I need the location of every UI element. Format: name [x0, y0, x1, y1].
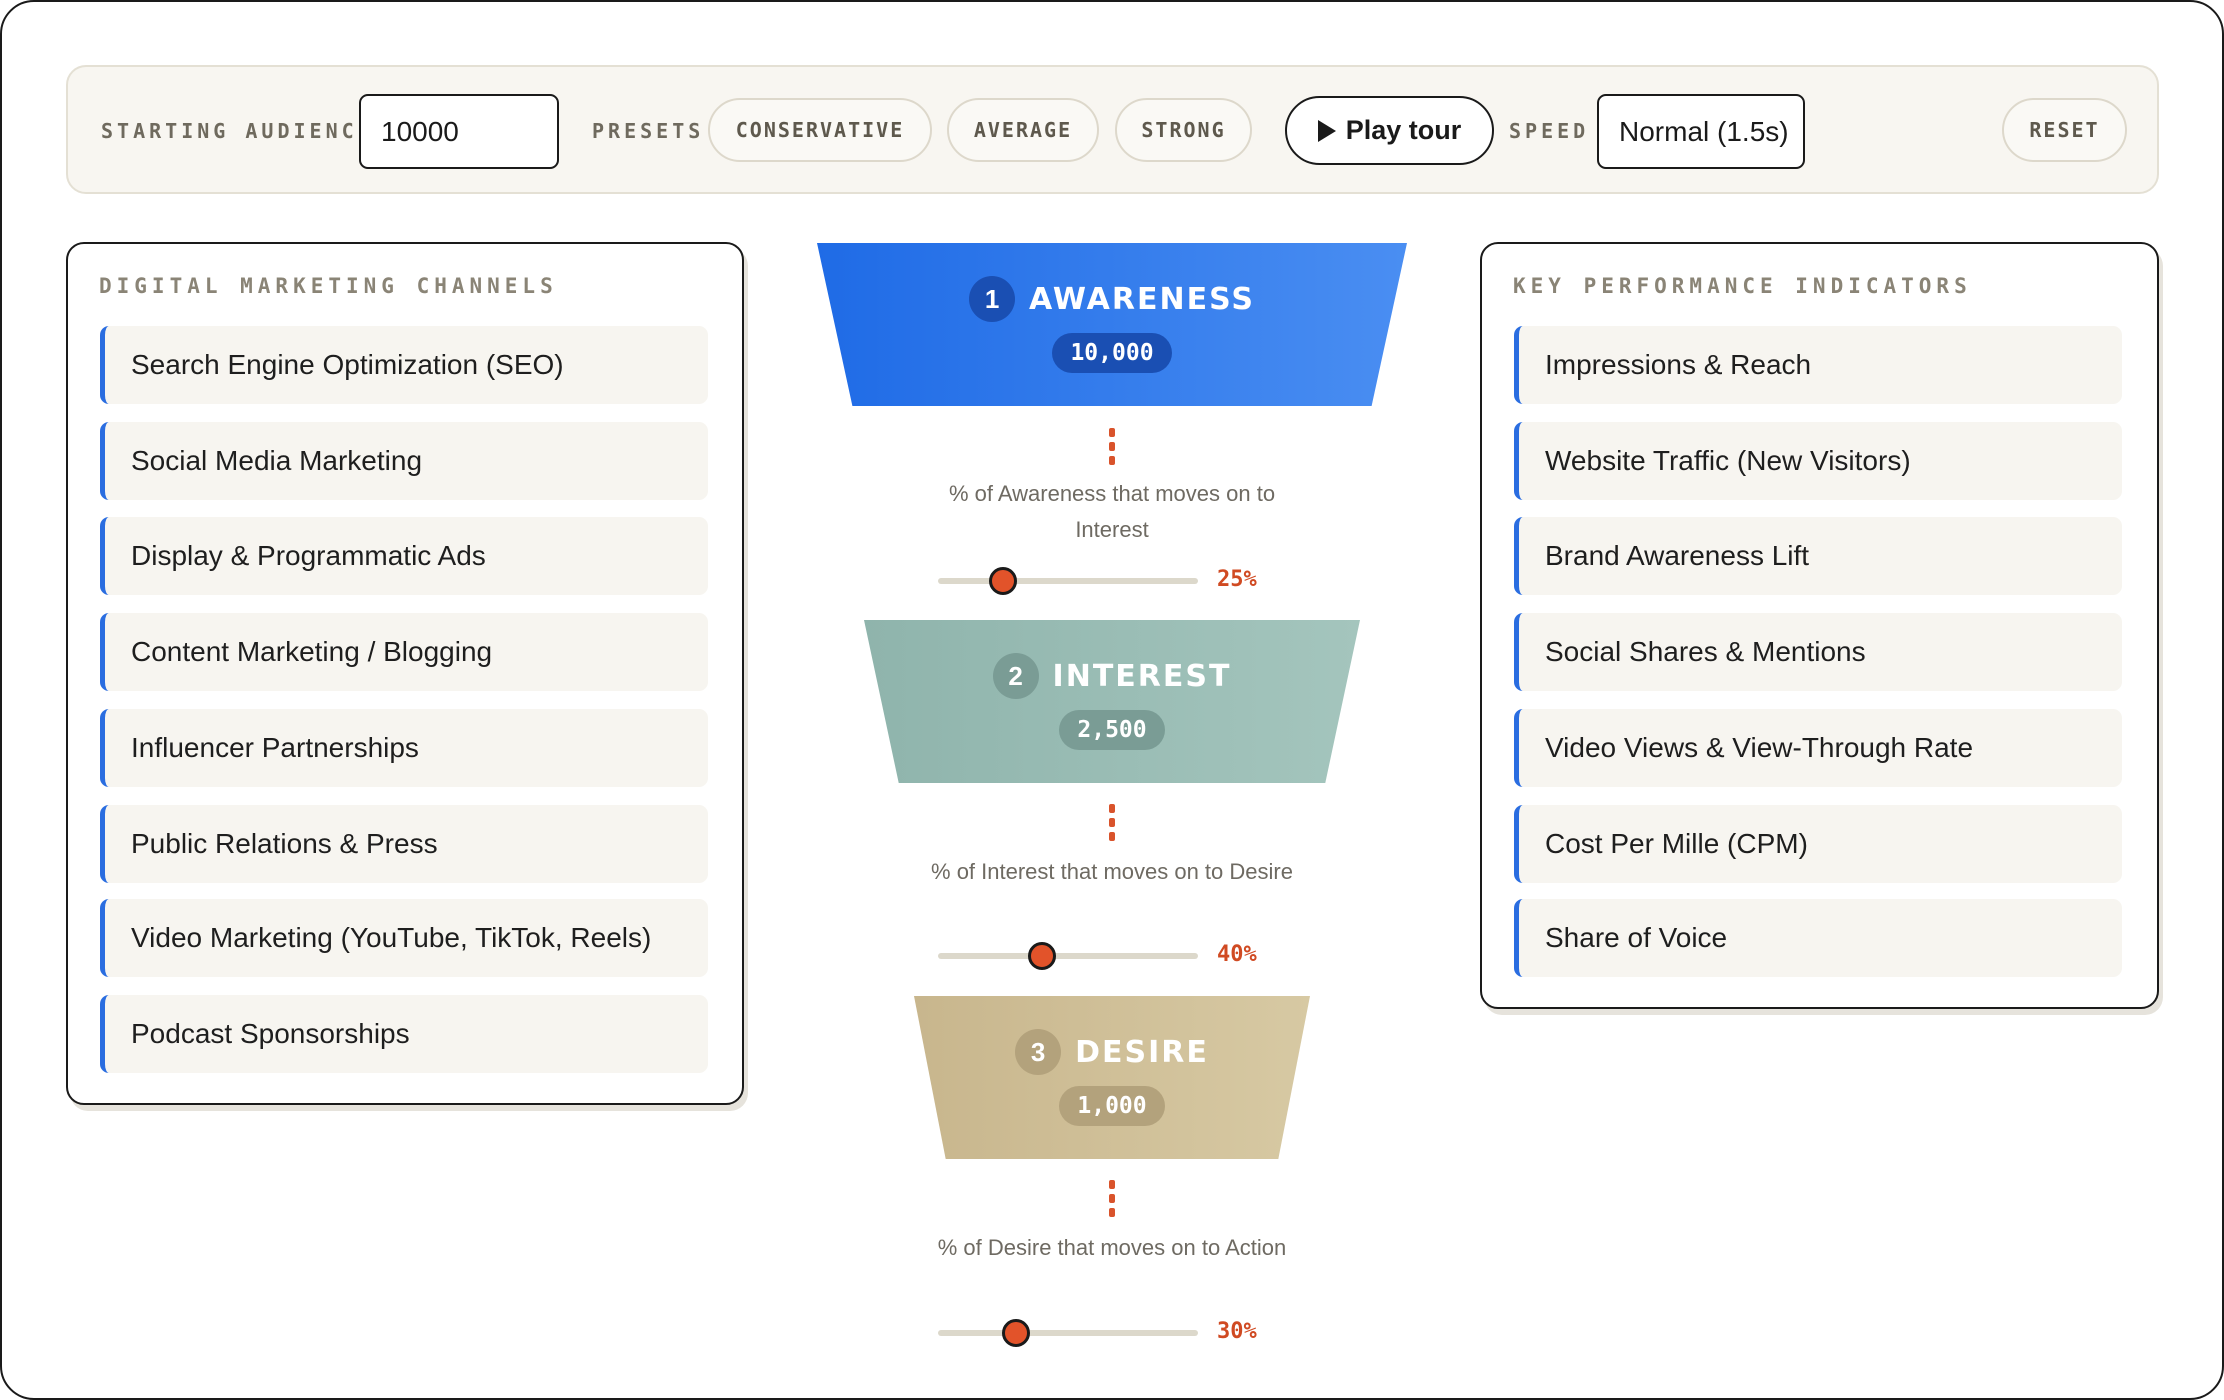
- funnel-stage-desire[interactable]: 3 DESIRE 1,000: [914, 996, 1310, 1159]
- slider-thumb[interactable]: [1028, 942, 1056, 970]
- preset-conservative-button[interactable]: CONSERVATIVE: [708, 98, 932, 162]
- play-tour-button[interactable]: Play tour: [1285, 96, 1494, 165]
- kpi-item[interactable]: Video Views & View-Through Rate: [1514, 709, 2122, 787]
- channel-item[interactable]: Search Engine Optimization (SEO): [100, 326, 708, 404]
- reset-button[interactable]: RESET: [2002, 98, 2127, 162]
- conversion-label: % of Desire that moves on to Action: [937, 1235, 1287, 1260]
- kpi-item[interactable]: Social Shares & Mentions: [1514, 613, 2122, 691]
- conversion-percent: 30%: [1217, 1319, 1257, 1344]
- stage-count-badge: 10,000: [1052, 333, 1172, 373]
- conversion-slider[interactable]: [938, 567, 1198, 595]
- funnel-stage-awareness[interactable]: 1 AWARENESS 10,000: [817, 243, 1407, 406]
- channel-item[interactable]: Public Relations & Press: [100, 805, 708, 883]
- kpi-item[interactable]: Cost Per Mille (CPM): [1514, 805, 2122, 883]
- channel-item[interactable]: Podcast Sponsorships: [100, 995, 708, 1073]
- funnel-stage-interest[interactable]: 2 INTEREST 2,500: [864, 620, 1360, 783]
- kpi-panel: KEY PERFORMANCE INDICATORS Impressions &…: [1480, 242, 2159, 1009]
- conversion-slider[interactable]: [938, 942, 1198, 970]
- speed-label: SPEED: [1509, 119, 1590, 143]
- channel-item[interactable]: Video Marketing (YouTube, TikTok, Reels): [100, 899, 708, 977]
- speed-select[interactable]: Normal (1.5s): [1597, 94, 1805, 169]
- kpi-panel-title: KEY PERFORMANCE INDICATORS: [1513, 274, 1972, 298]
- funnel-connector: [1108, 428, 1116, 465]
- kpi-item[interactable]: Impressions & Reach: [1514, 326, 2122, 404]
- conversion-percent: 40%: [1217, 942, 1257, 967]
- channel-item[interactable]: Display & Programmatic Ads: [100, 517, 708, 595]
- conversion-label: % of Interest that moves on to Desire: [931, 859, 1293, 884]
- slider-thumb[interactable]: [989, 567, 1017, 595]
- stage-count-badge: 1,000: [1059, 1086, 1165, 1126]
- stage-number-badge: 3: [1015, 1029, 1062, 1075]
- stage-name: INTEREST: [1052, 658, 1232, 694]
- preset-strong-button[interactable]: STRONG: [1115, 98, 1252, 162]
- starting-audience-input[interactable]: 10000: [359, 94, 559, 169]
- toolbar: STARTING AUDIENCE 10000 PRESETS CONSERVA…: [66, 65, 2159, 194]
- channel-item[interactable]: Content Marketing / Blogging: [100, 613, 708, 691]
- stage-count-badge: 2,500: [1059, 710, 1165, 750]
- starting-audience-label: STARTING AUDIENCE: [101, 119, 374, 143]
- presets-label: PRESETS: [592, 119, 705, 143]
- stage-number-badge: 2: [992, 653, 1039, 699]
- stage-name: AWARENESS: [1029, 281, 1255, 317]
- preset-average-button[interactable]: AVERAGE: [947, 98, 1099, 162]
- channel-item[interactable]: Influencer Partnerships: [100, 709, 708, 787]
- funnel-connector: [1108, 804, 1116, 841]
- play-tour-label: Play tour: [1345, 115, 1462, 145]
- slider-thumb[interactable]: [1002, 1319, 1030, 1347]
- channel-item[interactable]: Social Media Marketing: [100, 422, 708, 500]
- channels-panel: DIGITAL MARKETING CHANNELS Search Engine…: [66, 242, 744, 1105]
- channels-panel-title: DIGITAL MARKETING CHANNELS: [99, 274, 558, 298]
- conversion-percent: 25%: [1217, 567, 1257, 592]
- stage-name: DESIRE: [1075, 1034, 1209, 1070]
- kpi-item[interactable]: Brand Awareness Lift: [1514, 517, 2122, 595]
- play-icon: [1317, 119, 1336, 142]
- stage-number-badge: 1: [969, 276, 1016, 322]
- conversion-label: % of Awareness that moves on to Interest: [948, 481, 1276, 542]
- kpi-item[interactable]: Website Traffic (New Visitors): [1514, 422, 2122, 500]
- kpi-item[interactable]: Share of Voice: [1514, 899, 2122, 977]
- conversion-slider[interactable]: [938, 1319, 1198, 1347]
- funnel-connector: [1108, 1180, 1116, 1217]
